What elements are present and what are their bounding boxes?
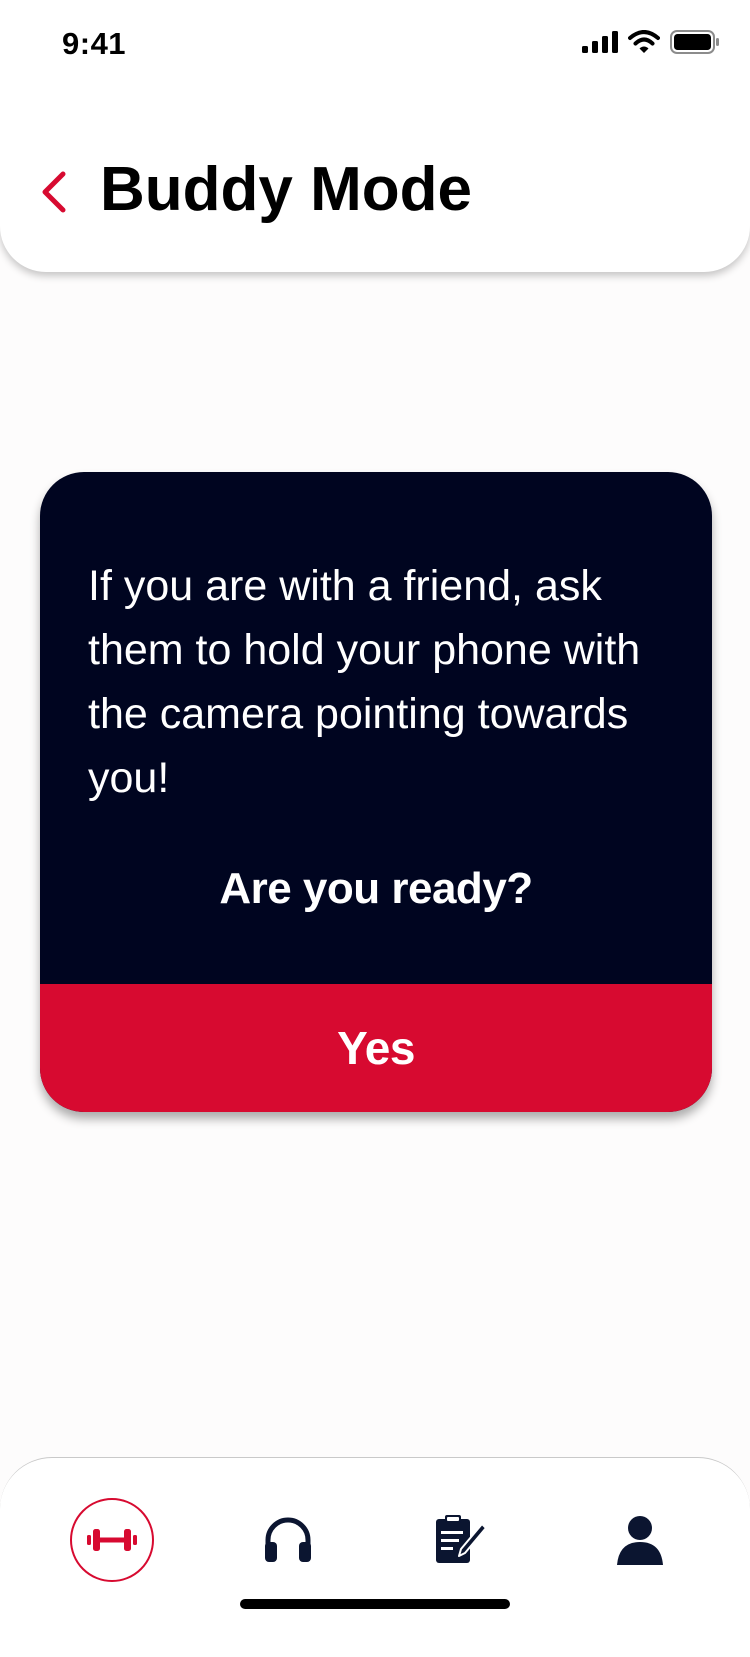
wifi-icon bbox=[628, 30, 660, 53]
tab-profile[interactable] bbox=[598, 1498, 682, 1582]
dumbbell-icon bbox=[87, 1529, 137, 1551]
status-icons bbox=[582, 30, 720, 54]
home-indicator bbox=[240, 1599, 510, 1609]
headphones-icon bbox=[265, 1517, 311, 1562]
status-time: 9:41 bbox=[62, 26, 127, 61]
prompt-message: If you are with a friend, ask them to ho… bbox=[88, 562, 641, 802]
bottom-tab-bar bbox=[0, 1457, 750, 1657]
tab-plans[interactable] bbox=[418, 1498, 502, 1582]
buddy-mode-prompt-card: If you are with a friend, ask them to ho… bbox=[40, 472, 712, 1112]
back-button[interactable] bbox=[30, 160, 78, 224]
tab-workout[interactable] bbox=[70, 1498, 154, 1582]
yes-button[interactable]: Yes bbox=[40, 984, 712, 1112]
battery-icon bbox=[670, 30, 719, 54]
clipboard-edit-icon bbox=[436, 1515, 487, 1563]
prompt-question: Are you ready? bbox=[219, 864, 533, 913]
tab-audio[interactable] bbox=[246, 1498, 330, 1582]
chevron-left-icon bbox=[42, 171, 66, 213]
page-title: Buddy Mode bbox=[100, 155, 472, 224]
cellular-signal-icon bbox=[582, 31, 618, 53]
status-bar: 9:41 bbox=[0, 0, 750, 90]
user-profile-icon bbox=[617, 1516, 663, 1565]
